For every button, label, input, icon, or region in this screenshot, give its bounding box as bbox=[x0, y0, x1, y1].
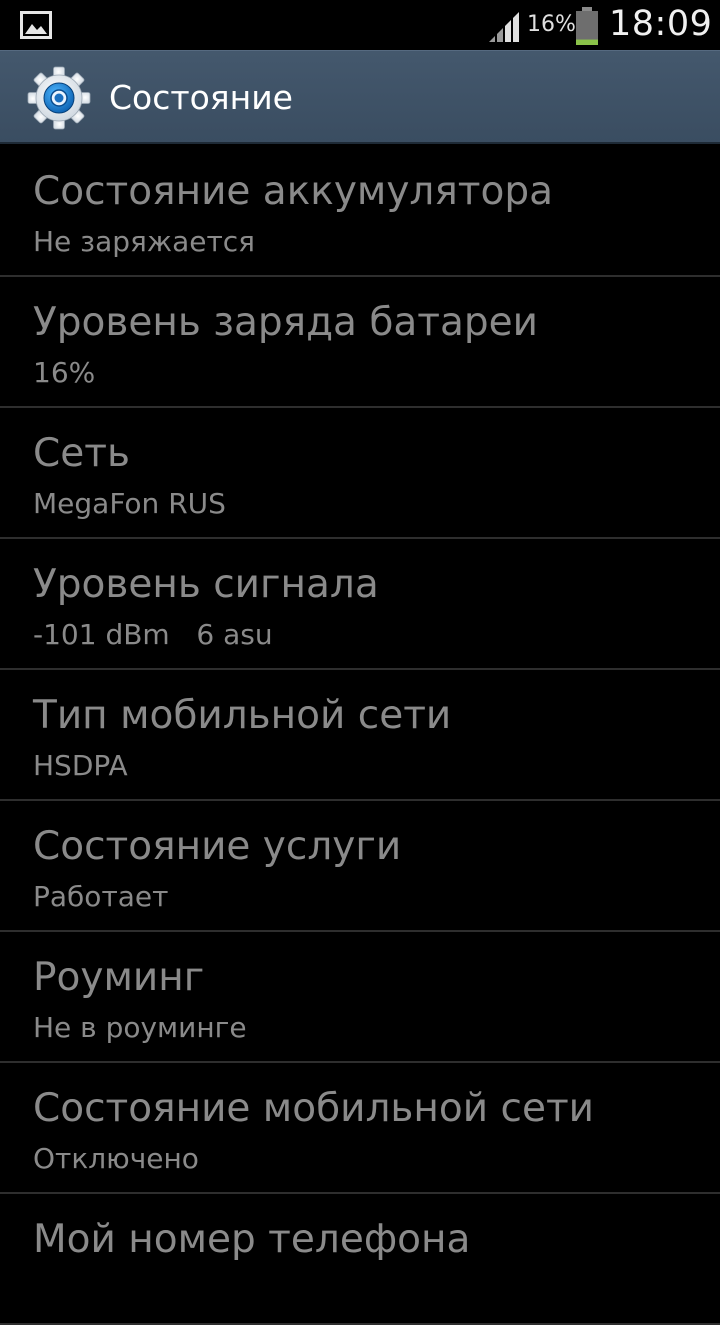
list-item-mobile-network-state[interactable]: Состояние мобильной сети Отключено bbox=[0, 1063, 720, 1194]
image-icon bbox=[20, 11, 52, 39]
list-item-network[interactable]: Сеть MegaFon RUS bbox=[0, 408, 720, 539]
item-value: Отключено bbox=[33, 1142, 199, 1175]
list-item-network-type[interactable]: Тип мобильной сети HSDPA bbox=[0, 670, 720, 801]
item-value: MegaFon RUS bbox=[33, 487, 226, 520]
list-item-service-state[interactable]: Состояние услуги Работает bbox=[0, 801, 720, 932]
item-value: Работает bbox=[33, 880, 169, 913]
clock: 18:09 bbox=[609, 4, 713, 44]
item-title: Мой номер телефона bbox=[33, 1217, 471, 1262]
item-title: Состояние мобильной сети bbox=[33, 1086, 595, 1131]
list-item-signal-strength[interactable]: Уровень сигнала -101 dBm 6 asu bbox=[0, 539, 720, 670]
item-value: Не в роуминге bbox=[33, 1011, 247, 1044]
status-list: Состояние аккумулятора Не заряжается Уро… bbox=[0, 146, 720, 1325]
page-title: Состояние bbox=[109, 78, 293, 117]
item-title: Сеть bbox=[33, 431, 130, 476]
status-bar: 16% 18:09 bbox=[0, 0, 720, 50]
list-item-battery-status[interactable]: Состояние аккумулятора Не заряжается bbox=[0, 146, 720, 277]
signal-icon bbox=[489, 12, 519, 42]
item-value: -101 dBm 6 asu bbox=[33, 618, 273, 651]
item-title: Тип мобильной сети bbox=[33, 693, 452, 738]
list-item-roaming[interactable]: Роуминг Не в роуминге bbox=[0, 932, 720, 1063]
list-item-phone-number[interactable]: Мой номер телефона bbox=[0, 1194, 720, 1325]
item-title: Состояние услуги bbox=[33, 824, 402, 869]
item-title: Уровень сигнала bbox=[33, 562, 379, 607]
action-bar: Состояние bbox=[0, 50, 720, 144]
list-item-battery-level[interactable]: Уровень заряда батареи 16% bbox=[0, 277, 720, 408]
item-value: Не заряжается bbox=[33, 225, 256, 258]
item-title: Уровень заряда батареи bbox=[33, 300, 539, 345]
battery-percent: 16% bbox=[527, 12, 576, 37]
gear-icon[interactable] bbox=[26, 65, 92, 131]
item-value: 16% bbox=[33, 356, 96, 389]
item-value: HSDPA bbox=[33, 749, 128, 782]
item-title: Состояние аккумулятора bbox=[33, 169, 554, 214]
battery-icon bbox=[576, 7, 598, 45]
item-title: Роуминг bbox=[33, 955, 205, 1000]
